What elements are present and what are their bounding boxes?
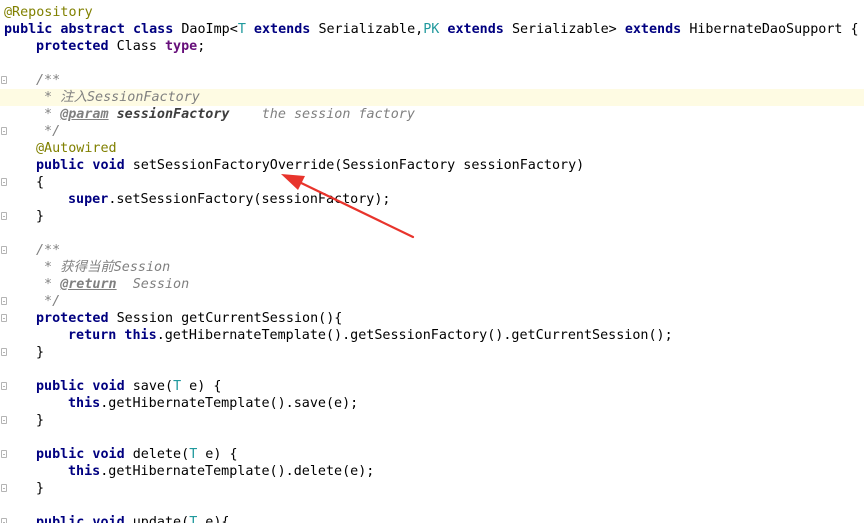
brace: } bbox=[36, 481, 45, 496]
fold-icon[interactable] bbox=[1, 314, 7, 322]
doc-comment: */ bbox=[36, 294, 61, 309]
code-line[interactable]: this.getHibernateTemplate().delete(e); bbox=[0, 463, 864, 480]
type-name: Class bbox=[116, 39, 165, 54]
code-editor[interactable]: @Repository public abstract class DaoImp… bbox=[0, 0, 864, 523]
code-line[interactable]: /** bbox=[0, 72, 864, 89]
code-line[interactable]: /** bbox=[0, 242, 864, 259]
code-line[interactable]: this.getHibernateTemplate().save(e); bbox=[0, 395, 864, 412]
fold-icon[interactable] bbox=[1, 212, 7, 220]
doc-comment: * bbox=[36, 277, 61, 292]
keyword: protected bbox=[36, 39, 117, 54]
type-name: Serializable> bbox=[511, 22, 625, 37]
brace: } bbox=[36, 413, 45, 428]
keyword: extends bbox=[439, 22, 512, 37]
statement: .setSessionFactory(sessionFactory); bbox=[108, 192, 391, 207]
keyword: public void bbox=[36, 158, 133, 173]
fold-icon[interactable] bbox=[1, 416, 7, 424]
doc-comment: the session factory bbox=[229, 107, 415, 122]
fold-icon[interactable] bbox=[1, 382, 7, 390]
code-line[interactable]: } bbox=[0, 480, 864, 497]
doc-comment: * 注入SessionFactory bbox=[36, 90, 200, 105]
doc-comment: * bbox=[36, 107, 61, 122]
code-line[interactable]: { bbox=[0, 174, 864, 191]
keyword: super bbox=[68, 192, 109, 207]
method-params: e) { bbox=[197, 447, 238, 462]
code-line[interactable]: } bbox=[0, 344, 864, 361]
method-signature: setSessionFactoryOverride(SessionFactory… bbox=[132, 158, 585, 173]
code-line[interactable]: public void update(T e){ bbox=[0, 514, 864, 523]
keyword: return this bbox=[68, 328, 157, 343]
doc-comment: Session bbox=[116, 277, 190, 292]
code-line[interactable]: public void setSessionFactoryOverride(Se… bbox=[0, 157, 864, 174]
code-line[interactable]: } bbox=[0, 412, 864, 429]
annotation-repository: @Repository bbox=[4, 5, 93, 20]
method-name: delete( bbox=[132, 447, 190, 462]
code-line[interactable]: @Repository bbox=[0, 4, 864, 21]
code-line[interactable]: } bbox=[0, 208, 864, 225]
statement: .getHibernateTemplate().getSessionFactor… bbox=[156, 328, 673, 343]
doc-comment: /** bbox=[36, 73, 61, 88]
field-name: type bbox=[165, 39, 198, 54]
method-params: e){ bbox=[197, 515, 230, 523]
statement: .getHibernateTemplate().save(e); bbox=[100, 396, 359, 411]
type-name: HibernateDaoSupport { bbox=[689, 22, 859, 37]
brace: { bbox=[36, 175, 45, 190]
method-name: save( bbox=[132, 379, 174, 394]
brace: } bbox=[36, 345, 45, 360]
code-line[interactable]: */ bbox=[0, 293, 864, 310]
code-line[interactable]: protected Class type; bbox=[0, 38, 864, 55]
doc-comment: * 获得当前Session bbox=[36, 260, 171, 275]
keyword: public void bbox=[36, 379, 133, 394]
method-signature: Session getCurrentSession(){ bbox=[116, 311, 343, 326]
javadoc-param-name: sessionFactory bbox=[108, 107, 230, 122]
fold-icon[interactable] bbox=[1, 297, 7, 305]
code-line[interactable]: */ bbox=[0, 123, 864, 140]
code-line[interactable]: @Autowired bbox=[0, 140, 864, 157]
doc-comment: */ bbox=[36, 124, 61, 139]
code-line[interactable]: public abstract class DaoImp<T extends S… bbox=[0, 21, 864, 38]
fold-icon[interactable] bbox=[1, 178, 7, 186]
code-line[interactable]: public void delete(T e) { bbox=[0, 446, 864, 463]
javadoc-tag: @param bbox=[60, 107, 109, 122]
keyword: this bbox=[68, 396, 101, 411]
code-line-current[interactable]: * 注入SessionFactory bbox=[0, 89, 864, 106]
keyword: extends bbox=[245, 22, 319, 37]
brace: } bbox=[36, 209, 45, 224]
fold-icon[interactable] bbox=[1, 484, 7, 492]
keyword: public void bbox=[36, 515, 133, 523]
keyword: public abstract class bbox=[4, 22, 182, 37]
keyword: extends bbox=[624, 22, 690, 37]
fold-icon[interactable] bbox=[1, 246, 7, 254]
annotation-autowired: @Autowired bbox=[36, 141, 117, 156]
keyword: public void bbox=[36, 447, 133, 462]
fold-icon[interactable] bbox=[1, 348, 7, 356]
method-params: e) { bbox=[181, 379, 222, 394]
fold-icon[interactable] bbox=[1, 127, 7, 135]
keyword: this bbox=[68, 464, 101, 479]
code-line[interactable]: * 获得当前Session bbox=[0, 259, 864, 276]
method-name: update( bbox=[132, 515, 190, 523]
javadoc-tag: @return bbox=[60, 277, 117, 292]
keyword: protected bbox=[36, 311, 117, 326]
class-name: DaoImp< bbox=[181, 22, 238, 37]
code-line[interactable]: public void save(T e) { bbox=[0, 378, 864, 395]
fold-icon[interactable] bbox=[1, 76, 7, 84]
code-line[interactable]: protected Session getCurrentSession(){ bbox=[0, 310, 864, 327]
code-line[interactable]: * @return Session bbox=[0, 276, 864, 293]
doc-comment: /** bbox=[36, 243, 61, 258]
type-param: PK bbox=[423, 22, 440, 37]
fold-icon[interactable] bbox=[1, 450, 7, 458]
type-param: T bbox=[173, 379, 182, 394]
type-name: Serializable, bbox=[318, 22, 424, 37]
type-param: T bbox=[237, 22, 246, 37]
fold-icon[interactable] bbox=[1, 518, 7, 523]
code-line[interactable]: * @param sessionFactory the session fact… bbox=[0, 106, 864, 123]
statement: .getHibernateTemplate().delete(e); bbox=[100, 464, 375, 479]
code-line[interactable]: super.setSessionFactory(sessionFactory); bbox=[0, 191, 864, 208]
punctuation: ; bbox=[197, 39, 206, 54]
code-line[interactable]: return this.getHibernateTemplate().getSe… bbox=[0, 327, 864, 344]
